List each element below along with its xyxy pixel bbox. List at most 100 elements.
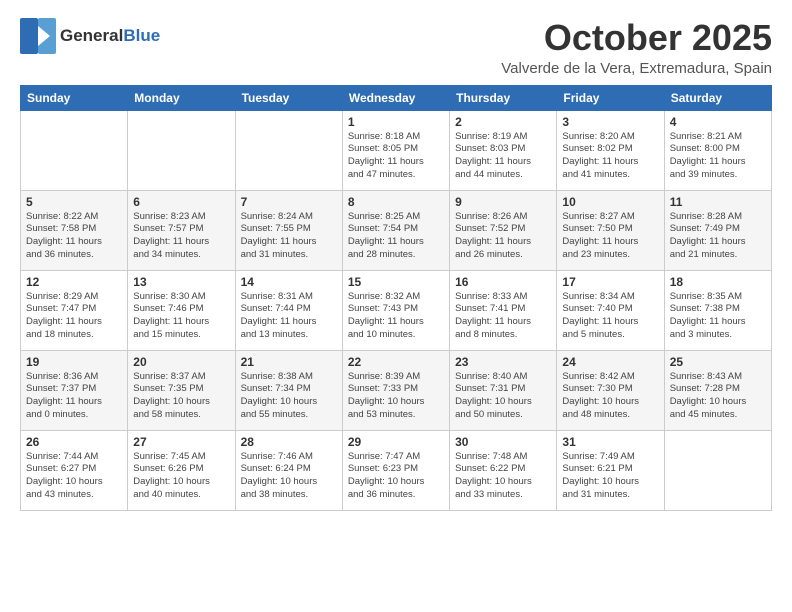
day-info: Sunrise: 8:38 AM Sunset: 7:34 PM Dayligh… — [241, 371, 337, 422]
weekday-header-tuesday: Tuesday — [235, 85, 342, 110]
day-info: Sunrise: 8:33 AM Sunset: 7:41 PM Dayligh… — [455, 291, 551, 342]
day-number: 14 — [241, 275, 337, 289]
day-info: Sunrise: 8:29 AM Sunset: 7:47 PM Dayligh… — [26, 291, 122, 342]
day-number: 3 — [562, 115, 658, 129]
day-info: Sunrise: 8:28 AM Sunset: 7:49 PM Dayligh… — [670, 211, 766, 262]
calendar-cell: 22 Sunrise: 8:39 AM Sunset: 7:33 PM Dayli… — [342, 350, 449, 430]
logo-general: General — [60, 26, 123, 45]
day-number: 1 — [348, 115, 444, 129]
day-info: Sunrise: 8:24 AM Sunset: 7:55 PM Dayligh… — [241, 211, 337, 262]
day-number: 16 — [455, 275, 551, 289]
day-info: Sunrise: 8:42 AM Sunset: 7:30 PM Dayligh… — [562, 371, 658, 422]
day-number: 8 — [348, 195, 444, 209]
day-number: 9 — [455, 195, 551, 209]
day-info: Sunrise: 8:25 AM Sunset: 7:54 PM Dayligh… — [348, 211, 444, 262]
day-info: Sunrise: 8:39 AM Sunset: 7:33 PM Dayligh… — [348, 371, 444, 422]
day-number: 12 — [26, 275, 122, 289]
day-info: Sunrise: 8:36 AM Sunset: 7:37 PM Dayligh… — [26, 371, 122, 422]
day-info: Sunrise: 8:22 AM Sunset: 7:58 PM Dayligh… — [26, 211, 122, 262]
day-number: 31 — [562, 435, 658, 449]
day-number: 25 — [670, 355, 766, 369]
location-title: Valverde de la Vera, Extremadura, Spain — [501, 60, 772, 77]
calendar-cell: 28Sunrise: 7:46 AM Sunset: 6:24 PM Dayli… — [235, 430, 342, 510]
calendar-cell: 26 Sunrise: 7:44 AM Sunset: 6:27 PM Dayli… — [21, 430, 128, 510]
day-number: 17 — [562, 275, 658, 289]
calendar-cell: 1 Sunrise: 8:18 AM Sunset: 8:05 PM Daylig… — [342, 110, 449, 190]
day-number: 23 — [455, 355, 551, 369]
calendar-cell: 21 Sunrise: 8:38 AM Sunset: 7:34 PM Dayli… — [235, 350, 342, 430]
logo: GeneralBlue — [20, 18, 160, 54]
calendar-cell: 27 Sunrise: 7:45 AM Sunset: 6:26 PM Dayli… — [128, 430, 235, 510]
day-number: 19 — [26, 355, 122, 369]
calendar-cell: 4 Sunrise: 8:21 AM Sunset: 8:00 PM Daylig… — [664, 110, 771, 190]
weekday-header-monday: Monday — [128, 85, 235, 110]
day-number: 15 — [348, 275, 444, 289]
calendar-cell — [664, 430, 771, 510]
day-info: Sunrise: 8:32 AM Sunset: 7:43 PM Dayligh… — [348, 291, 444, 342]
day-info: Sunrise: 8:37 AM Sunset: 7:35 PM Dayligh… — [133, 371, 229, 422]
page: GeneralBlue October 2025 Valverde de la … — [0, 0, 792, 612]
calendar-cell: 30Sunrise: 7:48 AM Sunset: 6:22 PM Dayli… — [450, 430, 557, 510]
day-info: Sunrise: 7:49 AM Sunset: 6:21 PM Dayligh… — [562, 451, 658, 502]
day-info: Sunrise: 7:45 AM Sunset: 6:26 PM Dayligh… — [133, 451, 229, 502]
day-info: Sunrise: 7:47 AM Sunset: 6:23 PM Dayligh… — [348, 451, 444, 502]
weekday-header-sunday: Sunday — [21, 85, 128, 110]
calendar-cell: 8 Sunrise: 8:25 AM Sunset: 7:54 PM Daylig… — [342, 190, 449, 270]
day-number: 7 — [241, 195, 337, 209]
calendar-cell — [21, 110, 128, 190]
weekday-header-saturday: Saturday — [664, 85, 771, 110]
day-number: 4 — [670, 115, 766, 129]
day-number: 10 — [562, 195, 658, 209]
calendar-cell: 11 Sunrise: 8:28 AM Sunset: 7:49 PM Dayli… — [664, 190, 771, 270]
calendar-cell: 9 Sunrise: 8:26 AM Sunset: 7:52 PM Daylig… — [450, 190, 557, 270]
day-info: Sunrise: 8:18 AM Sunset: 8:05 PM Dayligh… — [348, 131, 444, 182]
day-info: Sunrise: 8:23 AM Sunset: 7:57 PM Dayligh… — [133, 211, 229, 262]
day-number: 11 — [670, 195, 766, 209]
logo-blue: Blue — [123, 26, 160, 45]
day-info: Sunrise: 8:26 AM Sunset: 7:52 PM Dayligh… — [455, 211, 551, 262]
calendar-cell: 19 Sunrise: 8:36 AM Sunset: 7:37 PM Dayli… — [21, 350, 128, 430]
calendar-cell: 7 Sunrise: 8:24 AM Sunset: 7:55 PM Daylig… — [235, 190, 342, 270]
day-number: 21 — [241, 355, 337, 369]
day-number: 29 — [348, 435, 444, 449]
calendar-cell: 12 Sunrise: 8:29 AM Sunset: 7:47 PM Dayli… — [21, 270, 128, 350]
day-info: Sunrise: 8:35 AM Sunset: 7:38 PM Dayligh… — [670, 291, 766, 342]
title-block: October 2025 Valverde de la Vera, Extrem… — [501, 18, 772, 77]
calendar-cell: 25 Sunrise: 8:43 AM Sunset: 7:28 PM Dayli… — [664, 350, 771, 430]
calendar-cell: 13Sunrise: 8:30 AM Sunset: 7:46 PM Dayli… — [128, 270, 235, 350]
calendar-cell: 16 Sunrise: 8:33 AM Sunset: 7:41 PM Dayli… — [450, 270, 557, 350]
header: GeneralBlue October 2025 Valverde de la … — [20, 18, 772, 77]
calendar-cell: 24 Sunrise: 8:42 AM Sunset: 7:30 PM Dayli… — [557, 350, 664, 430]
day-info: Sunrise: 8:43 AM Sunset: 7:28 PM Dayligh… — [670, 371, 766, 422]
day-number: 5 — [26, 195, 122, 209]
calendar-cell: 2Sunrise: 8:19 AM Sunset: 8:03 PM Daylig… — [450, 110, 557, 190]
day-info: Sunrise: 7:44 AM Sunset: 6:27 PM Dayligh… — [26, 451, 122, 502]
day-info: Sunrise: 8:31 AM Sunset: 7:44 PM Dayligh… — [241, 291, 337, 342]
calendar-cell — [128, 110, 235, 190]
day-number: 18 — [670, 275, 766, 289]
day-number: 27 — [133, 435, 229, 449]
calendar-cell: 15 Sunrise: 8:32 AM Sunset: 7:43 PM Dayli… — [342, 270, 449, 350]
month-title: October 2025 — [501, 18, 772, 58]
calendar-cell: 14 Sunrise: 8:31 AM Sunset: 7:44 PM Dayli… — [235, 270, 342, 350]
day-number: 2 — [455, 115, 551, 129]
day-info: Sunrise: 8:30 AM Sunset: 7:46 PM Dayligh… — [133, 291, 229, 342]
calendar-cell: 18 Sunrise: 8:35 AM Sunset: 7:38 PM Dayli… — [664, 270, 771, 350]
day-number: 26 — [26, 435, 122, 449]
day-info: Sunrise: 8:21 AM Sunset: 8:00 PM Dayligh… — [670, 131, 766, 182]
logo-icon — [20, 18, 56, 54]
calendar: SundayMondayTuesdayWednesdayThursdayFrid… — [20, 85, 772, 511]
day-number: 22 — [348, 355, 444, 369]
day-info: Sunrise: 8:34 AM Sunset: 7:40 PM Dayligh… — [562, 291, 658, 342]
day-number: 20 — [133, 355, 229, 369]
day-info: Sunrise: 8:40 AM Sunset: 7:31 PM Dayligh… — [455, 371, 551, 422]
day-number: 30 — [455, 435, 551, 449]
calendar-cell: 20 Sunrise: 8:37 AM Sunset: 7:35 PM Dayli… — [128, 350, 235, 430]
weekday-header-row: SundayMondayTuesdayWednesdayThursdayFrid… — [21, 85, 772, 110]
week-row-5: 26 Sunrise: 7:44 AM Sunset: 6:27 PM Dayli… — [21, 430, 772, 510]
day-number: 24 — [562, 355, 658, 369]
week-row-1: 1 Sunrise: 8:18 AM Sunset: 8:05 PM Daylig… — [21, 110, 772, 190]
day-info: Sunrise: 8:27 AM Sunset: 7:50 PM Dayligh… — [562, 211, 658, 262]
weekday-header-wednesday: Wednesday — [342, 85, 449, 110]
calendar-cell: 17 Sunrise: 8:34 AM Sunset: 7:40 PM Dayli… — [557, 270, 664, 350]
